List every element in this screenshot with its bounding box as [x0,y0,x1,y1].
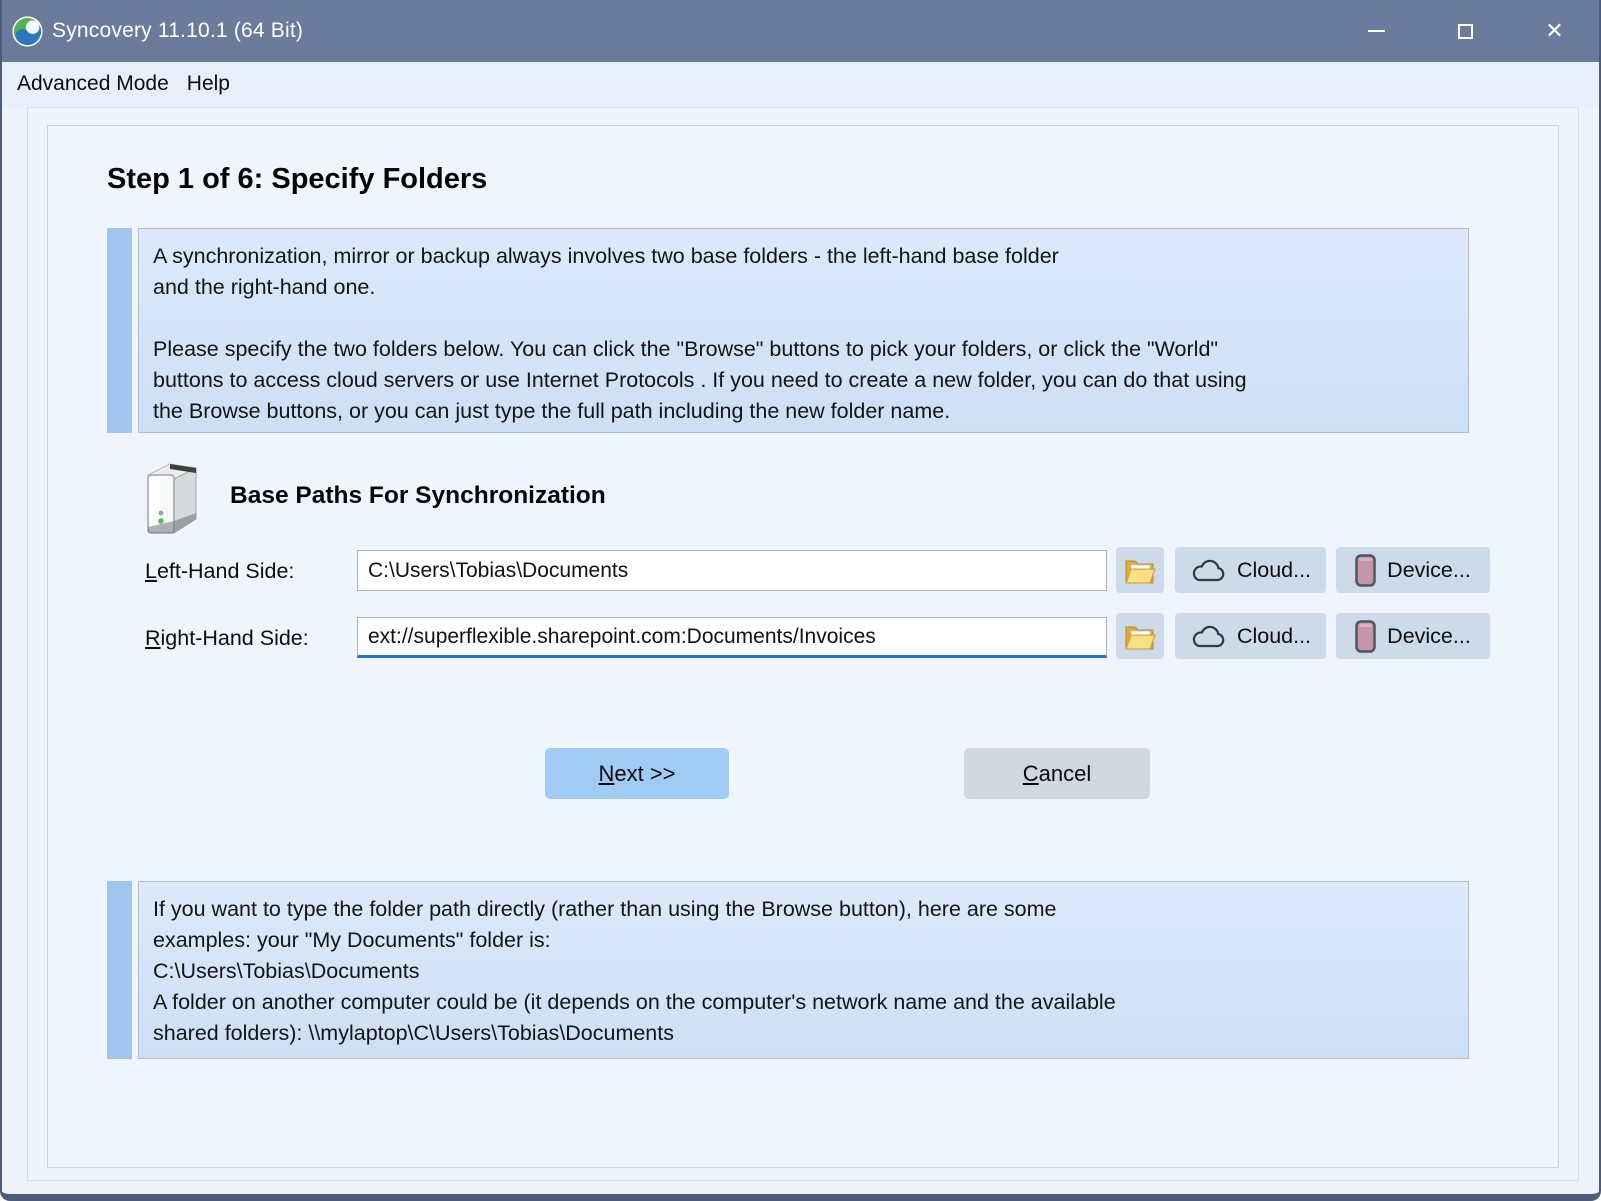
left-path-input[interactable] [357,550,1107,591]
folder-icon [1124,556,1156,585]
menu-advanced-mode[interactable]: Advanced Mode [8,68,178,100]
cloud-right-button[interactable]: Cloud... [1175,613,1326,659]
smartphone-icon [1355,554,1376,587]
next-button[interactable]: Next >> [545,748,729,799]
intro-note: A synchronization, mirror or backup alwa… [138,228,1469,433]
cancel-button[interactable]: Cancel [964,748,1150,799]
browse-right-button[interactable] [1116,613,1164,659]
minimize-button[interactable] [1332,0,1421,62]
left-hand-side-label: Left-Hand Side: [145,559,294,584]
cloud-left-button[interactable]: Cloud... [1175,547,1326,593]
examples-note: If you want to type the folder path dire… [138,881,1469,1059]
cloud-icon [1190,558,1226,583]
page-title: Step 1 of 6: Specify Folders [107,163,487,196]
device-button-label: Device... [1387,558,1471,583]
titlebar: Syncovery 11.10.1 (64 Bit) ✕ [2,0,1599,62]
syncovery-logo-icon [12,16,43,47]
syncovery-window: Syncovery 11.10.1 (64 Bit) ✕ Advanced Mo… [0,0,1601,1201]
menubar: Advanced Mode Help [2,62,1599,106]
maximize-button[interactable] [1421,0,1510,62]
cloud-button-label: Cloud... [1237,624,1311,649]
window-controls: ✕ [1332,0,1599,62]
device-left-button[interactable]: Device... [1336,547,1490,593]
close-icon: ✕ [1545,20,1563,42]
external-drive-icon [140,459,204,539]
info-accent-bar [107,228,132,433]
browse-left-button[interactable] [1116,547,1164,593]
window-title: Syncovery 11.10.1 (64 Bit) [52,19,303,43]
device-button-label: Device... [1387,624,1471,649]
smartphone-icon [1355,620,1376,653]
minimize-icon [1368,30,1385,32]
section-title: Base Paths For Synchronization [230,482,606,510]
menu-help[interactable]: Help [178,68,239,100]
cloud-icon [1190,624,1226,649]
info-accent-bar [107,881,132,1059]
right-path-input[interactable] [357,617,1107,658]
folder-icon [1124,622,1156,651]
cloud-button-label: Cloud... [1237,558,1311,583]
device-right-button[interactable]: Device... [1336,613,1490,659]
right-hand-side-label: Right-Hand Side: [145,626,309,651]
close-button[interactable]: ✕ [1510,0,1599,62]
maximize-icon [1458,24,1473,39]
